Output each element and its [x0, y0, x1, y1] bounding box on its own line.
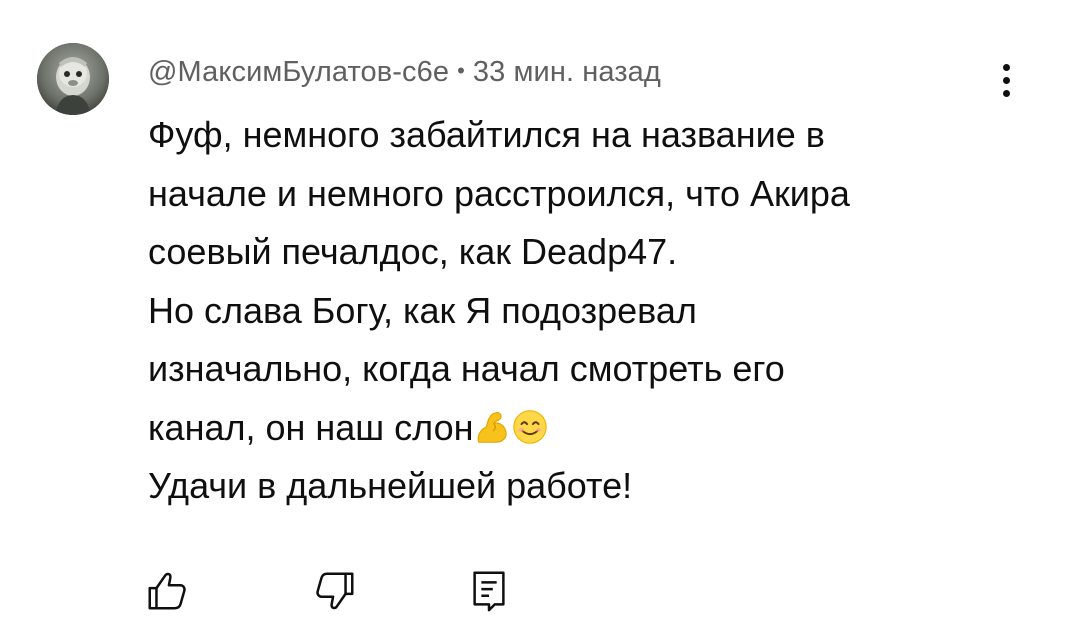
like-button[interactable]	[140, 564, 194, 618]
dislike-button[interactable]	[308, 564, 362, 618]
reply-button[interactable]	[462, 564, 516, 618]
comment-line-with-emoji: канал, он наш слон	[148, 399, 1028, 458]
comment-card: @МаксимБулатов-с6е • 33 мин. назад Фуф, …	[0, 0, 1079, 627]
comment-line: Фуф, немного забайтился на название в	[148, 114, 825, 155]
reply-comment-icon	[473, 571, 505, 612]
flexed-biceps-icon	[478, 411, 508, 443]
author-avatar[interactable]	[37, 43, 109, 115]
comment-line: Удачи в дальнейшей работе!	[148, 465, 633, 506]
more-vertical-icon[interactable]	[986, 55, 1026, 105]
author-name[interactable]: @МаксимБулатов-с6е	[148, 56, 449, 89]
comment-line-text: канал, он наш слон	[148, 406, 474, 448]
comment-header: @МаксимБулатов-с6е • 33 мин. назад	[148, 52, 661, 92]
thumbs-down-icon	[316, 572, 354, 610]
comment-line: соевый печалдос, как Deadp47.	[148, 231, 678, 272]
comment-line: Но слава Богу, как Я подозревал	[148, 289, 697, 331]
comment-line: изначально, когда начал смотреть его	[148, 348, 785, 389]
avatar-image	[37, 43, 109, 115]
smiling-face-icon	[513, 409, 548, 444]
comment-line: начале и немного расстроился, что Акира	[148, 172, 850, 214]
meta-separator: •	[457, 58, 465, 83]
comment-timestamp[interactable]: 33 мин. назад	[473, 56, 661, 89]
comment-text: Фуф, немного забайтился на название в на…	[148, 106, 1028, 516]
thumbs-up-icon	[148, 572, 186, 610]
